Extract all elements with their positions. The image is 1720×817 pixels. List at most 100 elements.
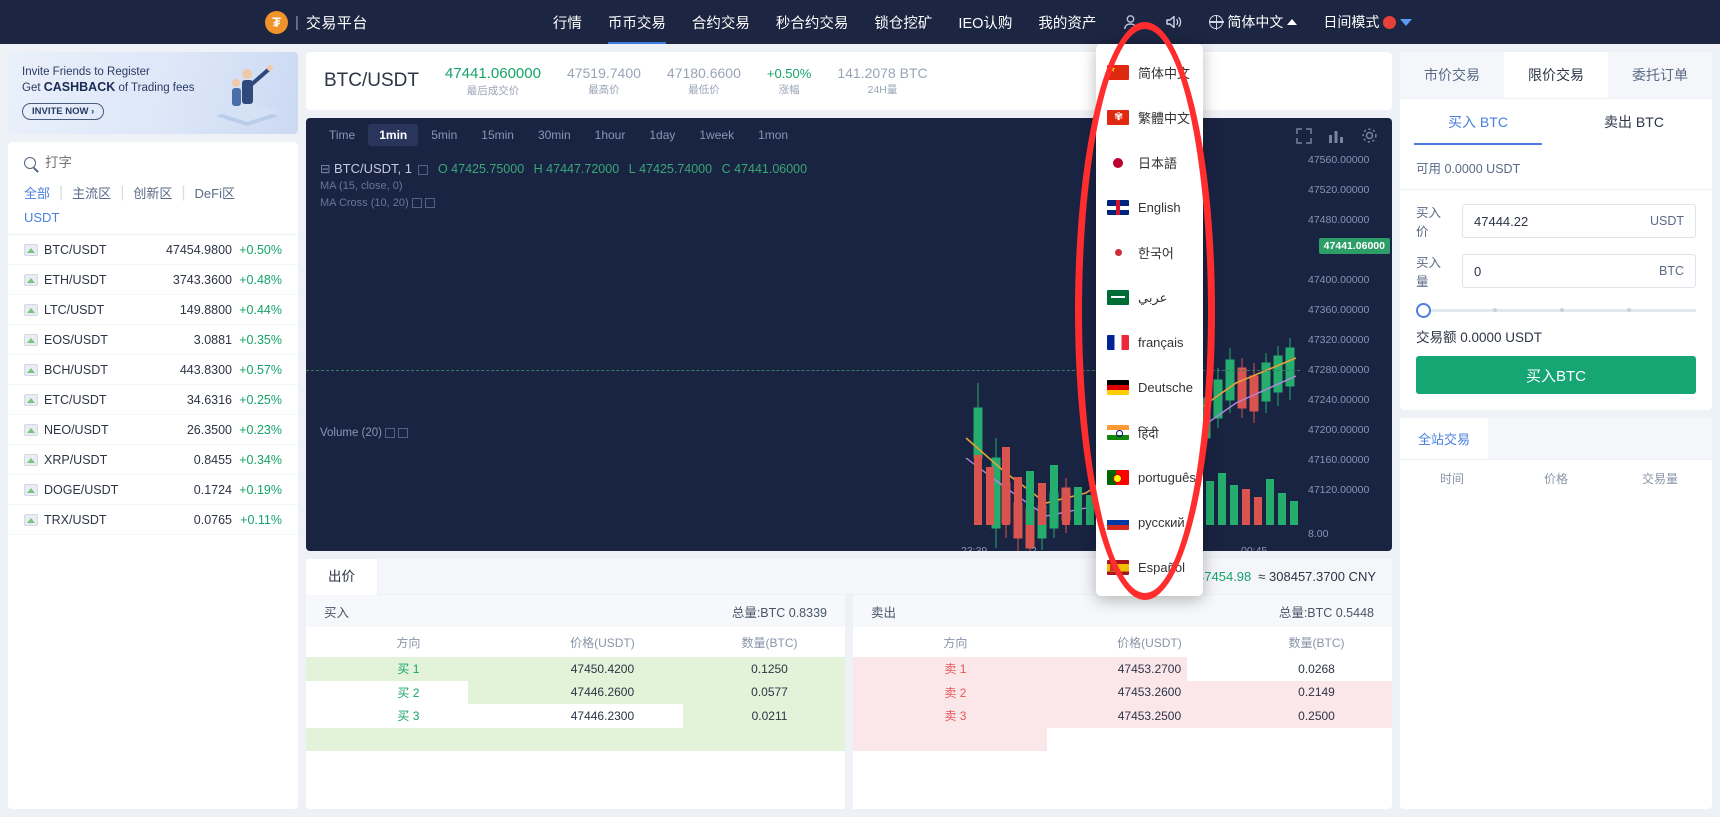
nav-link-spot-trading[interactable]: 币币交易 [607, 0, 666, 44]
timeframe-1week[interactable]: 1week [688, 124, 745, 146]
ohlc-high: H 47447.72000 [533, 162, 620, 176]
category-tab-defi[interactable]: DeFi区 [195, 181, 235, 204]
order-book-row[interactable]: 卖 3 47453.2500 0.2500 [853, 704, 1392, 728]
lang-option-ja[interactable]: 日本語 [1096, 140, 1203, 185]
user-icon[interactable] [1122, 14, 1139, 31]
coin-name: EOS/USDT [44, 332, 108, 347]
invite-banner[interactable]: Invite Friends to Register Get CASHBACK … [8, 52, 298, 134]
timeframe-1min[interactable]: 1min [368, 124, 419, 146]
coin-row[interactable]: XRP/USDT 0.8455 +0.34% [8, 445, 298, 475]
search-input[interactable] [45, 155, 205, 170]
order-direction: 买 3 [397, 709, 420, 724]
lang-option-de[interactable]: Deutsche [1096, 365, 1203, 410]
tab-limit-order[interactable]: 限价交易 [1504, 52, 1608, 98]
buy-side-header: 买入 总量:BTC 0.8339 [306, 595, 845, 627]
coin-row[interactable]: BTC/USDT 47454.9800 +0.50% [8, 235, 298, 265]
buy-side-title: 买入 [324, 605, 350, 620]
lang-option-ko[interactable]: 한국어 [1096, 230, 1203, 275]
market-search-row[interactable] [8, 142, 298, 181]
coin-row[interactable]: NEO/USDT 26.3500 +0.23% [8, 415, 298, 445]
ohlc-close: C 47441.06000 [721, 162, 808, 176]
slider-knob[interactable] [1416, 303, 1431, 318]
price-chart-panel[interactable]: Time 1min 5min 15min 30min 1hour 1day 1w… [306, 118, 1392, 551]
timeframe-15min[interactable]: 15min [470, 124, 525, 146]
nav-link-contract-trading[interactable]: 合约交易 [692, 0, 750, 44]
lang-option-pt[interactable]: português [1096, 455, 1203, 500]
invite-now-button[interactable]: INVITE NOW › [22, 103, 105, 120]
amount-input-box[interactable]: BTC [1462, 254, 1696, 288]
coin-row[interactable]: EOS/USDT 3.0881 +0.35% [8, 325, 298, 355]
indicator-settings-icon[interactable] [411, 198, 422, 209]
coin-row[interactable]: ETC/USDT 34.6316 +0.25% [8, 385, 298, 415]
tab-market-order[interactable]: 市价交易 [1400, 52, 1504, 98]
coin-name: LTC/USDT [44, 302, 105, 317]
sound-icon[interactable] [1165, 14, 1183, 30]
coin-change: +0.34% [239, 452, 282, 467]
amount-percent-slider[interactable] [1400, 290, 1712, 318]
fullscreen-icon[interactable] [1296, 127, 1312, 149]
lang-option-ar[interactable]: عربي [1096, 275, 1203, 320]
slider-notch-75[interactable] [1627, 308, 1631, 312]
display-mode-selector[interactable]: 日间模式 [1323, 12, 1413, 32]
lang-option-zh-cn[interactable]: 简体中文 [1096, 50, 1203, 95]
depth-bar [306, 727, 845, 751]
order-book-row[interactable]: 卖 2 47453.2600 0.2149 [853, 680, 1392, 704]
brand-logo-group[interactable]: ₮ | 交易平台 [265, 10, 368, 34]
indicator-chart-icon[interactable] [1328, 128, 1345, 149]
nav-link-market[interactable]: 行情 [553, 0, 582, 44]
timeframe-1mon[interactable]: 1mon [747, 124, 799, 146]
order-book-buy-side: 买入 总量:BTC 0.8339 方向 价格(USDT) 数量(BTC) 买 1… [306, 595, 853, 809]
coin-row[interactable]: ETH/USDT 3743.3600 +0.48% [8, 265, 298, 295]
quote-currency-tab-usdt[interactable]: USDT [8, 204, 298, 234]
nav-link-second-contract[interactable]: 秒合约交易 [776, 0, 849, 44]
tab-global-trades[interactable]: 全站交易 [1400, 418, 1489, 459]
nav-link-ieo[interactable]: IEO认购 [958, 0, 1012, 44]
slider-notch-25[interactable] [1493, 308, 1497, 312]
language-selector[interactable]: 简体中文 [1208, 12, 1298, 32]
order-direction: 买 1 [397, 662, 420, 677]
order-book-row[interactable] [853, 727, 1392, 751]
flag-pt-icon [1107, 470, 1129, 485]
submit-buy-button[interactable]: 买入BTC [1416, 356, 1696, 394]
order-book-tab-bid[interactable]: 出价 [306, 558, 378, 595]
order-book-row[interactable]: 买 2 47446.2600 0.0577 [306, 680, 845, 704]
timeframe-1hour[interactable]: 1hour [584, 124, 637, 146]
language-dropdown-menu[interactable]: 简体中文 繁體中文 日本語 English 한국어 عربي français … [1096, 44, 1203, 596]
category-tab-innovation[interactable]: 创新区 [133, 181, 172, 204]
tab-open-orders[interactable]: 委托订单 [1608, 52, 1712, 98]
timeframe-time[interactable]: Time [318, 124, 366, 146]
coin-row[interactable]: LTC/USDT 149.8800 +0.44% [8, 295, 298, 325]
price-input-box[interactable]: USDT [1462, 204, 1697, 238]
indicator-close-icon[interactable] [424, 198, 435, 209]
tab-buy-btc[interactable]: 买入 BTC [1400, 99, 1556, 145]
order-book-row[interactable] [306, 727, 845, 751]
lang-option-en[interactable]: English [1096, 185, 1203, 230]
order-quantity: 0.0577 [751, 685, 788, 700]
slider-notch-50[interactable] [1560, 308, 1564, 312]
nav-link-lock-mining[interactable]: 锁仓挖矿 [874, 0, 932, 44]
order-book-row[interactable]: 买 1 47450.4200 0.1250 [306, 657, 845, 681]
amount-input[interactable] [1474, 263, 1659, 279]
category-tab-main[interactable]: 主流区 [72, 181, 111, 204]
nav-link-my-assets[interactable]: 我的资产 [1038, 0, 1096, 44]
slider-track[interactable] [1422, 309, 1696, 312]
coin-row[interactable]: DOGE/USDT 0.1724 +0.19% [8, 475, 298, 505]
order-book-row[interactable]: 买 3 47446.2300 0.0211 [306, 704, 845, 728]
chart-settings-icon[interactable] [418, 164, 429, 175]
tab-sell-btc[interactable]: 卖出 BTC [1556, 99, 1712, 145]
timeframe-30min[interactable]: 30min [527, 124, 582, 146]
coin-row[interactable]: TRX/USDT 0.0765 +0.11% [8, 505, 298, 535]
lang-option-es[interactable]: Español [1096, 545, 1203, 590]
gear-icon[interactable] [1361, 127, 1378, 149]
lang-option-hi[interactable]: हिंदी [1096, 410, 1203, 455]
timeframe-1day[interactable]: 1day [638, 124, 686, 146]
coin-row[interactable]: BCH/USDT 443.8300 +0.57% [8, 355, 298, 385]
lang-option-zh-tw[interactable]: 繁體中文 [1096, 95, 1203, 140]
price-input[interactable] [1474, 213, 1650, 229]
lang-option-ru[interactable]: русский [1096, 500, 1203, 545]
timeframe-5min[interactable]: 5min [420, 124, 468, 146]
flag-cn-icon [1107, 65, 1129, 80]
category-tab-all[interactable]: 全部 [24, 181, 50, 204]
lang-option-fr[interactable]: français [1096, 320, 1203, 365]
order-book-row[interactable]: 卖 1 47453.2700 0.0268 [853, 657, 1392, 681]
